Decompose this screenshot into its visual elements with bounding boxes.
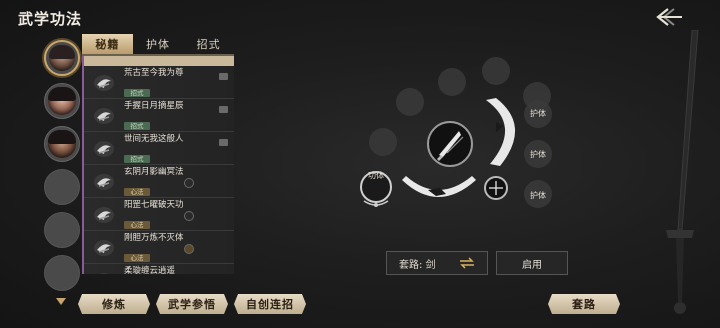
tab-miji[interactable]: 秘籍 (82, 34, 133, 54)
tab-huti[interactable]: 护体 (133, 34, 184, 54)
sword-strike-icon (437, 131, 464, 161)
huti-label: 护体 (530, 109, 546, 118)
empty-skill-slot[interactable] (396, 88, 424, 116)
character-portrait-2[interactable] (44, 83, 80, 119)
claw-icon (94, 141, 114, 157)
custom-combo-button[interactable]: 自创连招 (234, 294, 306, 314)
hair-shape (48, 87, 76, 101)
list-item[interactable]: 阳罡七曜破天功 心法 (84, 198, 234, 231)
skill-name: 世间无我这般人 (124, 134, 184, 144)
character-portrait-1[interactable] (44, 40, 80, 76)
tab-zhaoshi[interactable]: 招式 (183, 34, 234, 54)
empty-portrait-slot[interactable] (44, 169, 80, 205)
skill-list[interactable]: 荒古至今我为尊 招式 手握日月摘星辰 招式 世间无我这般人 招式 玄阴月影幽冥法… (82, 56, 234, 274)
rank-badge-icon (184, 211, 194, 221)
equip-mark-icon (219, 73, 228, 80)
window-title: 武学功法 (18, 10, 83, 28)
list-item[interactable]: 玄阴月影幽冥法 心法 (84, 165, 234, 198)
comprehend-button[interactable]: 武学参悟 (156, 294, 228, 314)
skill-type-tag: 招式 (124, 122, 150, 130)
skill-name: 荒古至今我为尊 (124, 68, 184, 78)
claw-icon (94, 240, 114, 256)
character-portrait-3[interactable] (44, 126, 80, 162)
list-item[interactable]: 荒古至今我为尊 招式 (84, 66, 234, 99)
skill-name: 阳罡七曜破天功 (124, 200, 184, 210)
claw-icon (94, 174, 114, 190)
practice-button[interactable]: 修炼 (78, 294, 150, 314)
back-button[interactable] (652, 6, 686, 28)
gongti-label: 功体 (368, 171, 384, 180)
skill-type-tag: 心法 (124, 221, 150, 229)
empty-skill-slot[interactable] (482, 57, 510, 85)
skill-type-tag: 招式 (124, 155, 150, 163)
routine-button[interactable]: 套路 (548, 294, 620, 314)
skill-name: 玄阴月影幽冥法 (124, 167, 184, 177)
rank-badge-icon (184, 178, 194, 188)
huti-label: 护体 (530, 150, 546, 159)
claw-icon (99, 273, 109, 274)
empty-skill-slot[interactable] (438, 68, 466, 96)
character-list (42, 40, 82, 298)
empty-portrait-slot[interactable] (44, 212, 80, 248)
routine-label: 套路: 剑 (399, 259, 436, 271)
hair-shape (48, 130, 76, 144)
crosshair-slot[interactable] (484, 176, 508, 200)
skill-arc-bottom[interactable] (400, 174, 478, 208)
claw-icon (94, 207, 114, 223)
skill-type-tag: 心法 (124, 254, 150, 262)
list-item[interactable]: 世间无我这般人 招式 (84, 132, 234, 165)
empty-skill-slot[interactable] (369, 128, 397, 156)
skill-name: 刚胆万炼不灭体 (124, 233, 184, 243)
tab-bar: 秘籍 护体 招式 (82, 34, 234, 54)
list-header-strip (84, 56, 234, 66)
claw-icon (94, 108, 114, 124)
huti-label: 护体 (530, 191, 546, 200)
skill-name: 手握日月摘星辰 (124, 101, 184, 111)
scroll-down-icon[interactable] (56, 298, 66, 306)
routine-selector[interactable]: 套路: 剑 (386, 251, 488, 275)
enable-button[interactable]: 启用 (496, 251, 568, 275)
rank-badge-icon (184, 244, 194, 254)
back-arrow-icon (656, 8, 682, 26)
skill-type-tag: 心法 (124, 188, 150, 196)
empty-portrait-slot[interactable] (44, 255, 80, 291)
claw-icon (94, 75, 114, 91)
skill-type-tag: 招式 (124, 89, 150, 97)
crosshair-icon (489, 181, 503, 195)
sword-decoration (666, 30, 699, 314)
list-item[interactable]: 手握日月摘星辰 招式 (84, 99, 234, 132)
list-item[interactable]: 柔璇缠云逍遥 (84, 264, 234, 274)
main-skill-slot[interactable] (427, 121, 473, 167)
list-item[interactable]: 刚胆万炼不灭体 心法 (84, 231, 234, 264)
skill-arc-right[interactable] (482, 96, 526, 168)
equip-mark-icon (219, 139, 228, 146)
swap-icon (460, 257, 474, 269)
skill-name: 柔璇缠云逍遥 (124, 266, 176, 274)
equip-mark-icon (219, 106, 228, 113)
hair-shape (49, 45, 75, 59)
